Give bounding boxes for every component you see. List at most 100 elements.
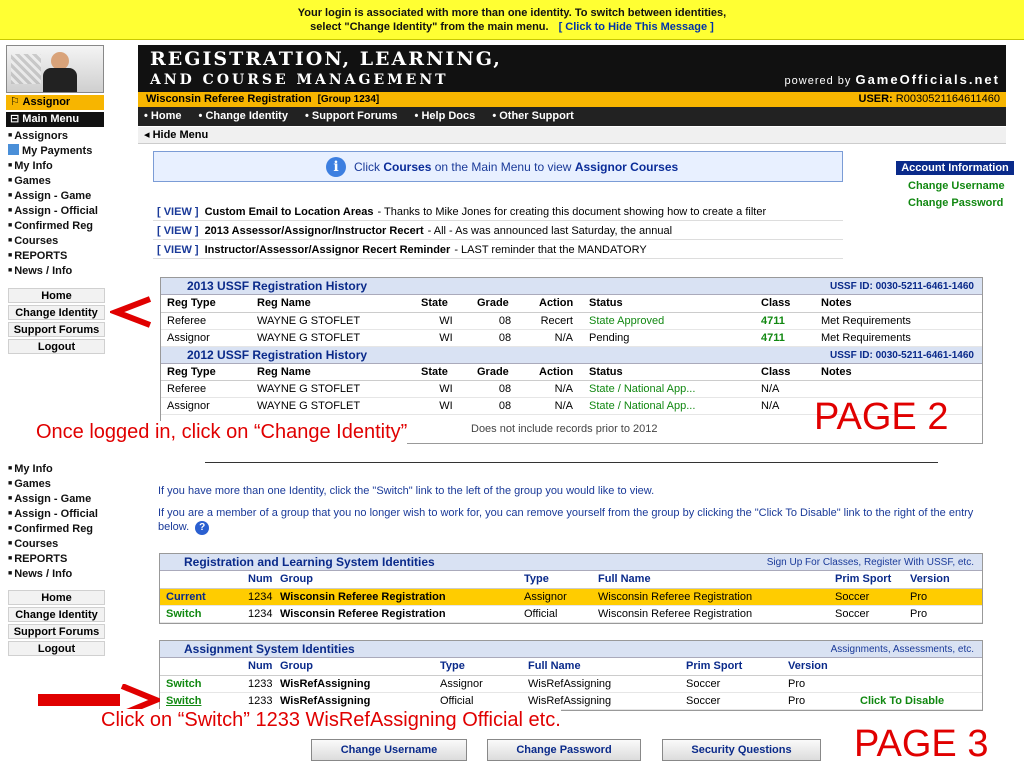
view-link[interactable]: [ VIEW ] <box>157 225 199 237</box>
support-forums-button[interactable]: Support Forums <box>8 624 105 639</box>
sidebar-item-confirmed-reg[interactable]: Confirmed Reg <box>6 218 116 233</box>
main-menu-label: Main Menu <box>22 113 80 125</box>
cell: Wisconsin Referee Registration <box>274 588 518 606</box>
hide-menu-link[interactable]: ◂ Hide Menu <box>138 127 1006 144</box>
app-title-line-2: AND COURSE MANAGEMENT <box>150 72 449 88</box>
col-num: Num <box>242 571 274 589</box>
nav-home[interactable]: • Home <box>144 110 181 122</box>
class-link[interactable]: 4711 <box>755 312 815 330</box>
sidebar-item-news-info[interactable]: News / Info <box>6 263 116 278</box>
sidebar-item-courses[interactable]: Courses <box>6 233 116 248</box>
switch-link[interactable]: Switch <box>160 675 242 693</box>
switch-link-official[interactable]: Switch <box>160 692 242 710</box>
history-title-text: 2013 USSF Registration History <box>187 279 368 293</box>
col-notes: Notes <box>815 363 982 381</box>
news-item: [ VIEW ] Custom Email to Location Areas - … <box>153 204 843 221</box>
info-assignor-courses[interactable]: Assignor Courses <box>575 160 678 174</box>
sidebar-item-assign-game[interactable]: Assign - Game <box>6 491 116 506</box>
history-title: 2013 USSF Registration History USSF ID: 0… <box>161 278 982 295</box>
nav-help-docs[interactable]: • Help Docs <box>415 110 476 122</box>
logout-button[interactable]: Logout <box>8 339 105 354</box>
cell: WisRefAssigning <box>522 692 680 710</box>
col-state: State <box>415 363 471 381</box>
class-link[interactable]: 4711 <box>755 329 815 347</box>
sidebar-item-assign-game[interactable]: Assign - Game <box>6 188 116 203</box>
cell: WisRefAssigning <box>274 692 434 710</box>
info-text-pre: Click <box>354 160 380 174</box>
table-row: Assignor WAYNE G STOFLET WI 08 N/A Pendi… <box>161 329 982 347</box>
view-link[interactable]: [ VIEW ] <box>157 244 199 256</box>
table-row: Switch 1234 Wisconsin Referee Registrati… <box>160 605 982 623</box>
click-to-disable-link[interactable]: Click To Disable <box>854 692 982 710</box>
status-cell: State / National App... <box>583 397 755 415</box>
help-icon[interactable]: ? <box>195 521 210 535</box>
referee-logo <box>6 45 104 93</box>
info-courses-link[interactable]: Courses <box>383 160 431 174</box>
page-3-label: PAGE 3 <box>854 723 989 765</box>
identities-title-text: Assignment System Identities <box>184 642 355 656</box>
cell: Referee <box>161 380 251 398</box>
current-identity-row: Current 1234 Wisconsin Referee Registrat… <box>160 588 982 606</box>
sidebar-item-my-info[interactable]: My Info <box>6 461 116 476</box>
change-password-link[interactable]: Change Password <box>896 197 1014 209</box>
main-menu-header[interactable]: ⊟ Main Menu <box>6 112 104 127</box>
powered-by: powered by GameOfficials.net <box>785 72 1000 87</box>
current-label: Current <box>160 588 242 606</box>
sidebar-item-reports[interactable]: REPORTS <box>6 551 116 566</box>
change-identity-button[interactable]: Change Identity <box>8 607 105 622</box>
nav-change-identity[interactable]: • Change Identity <box>199 110 288 122</box>
role-label: Assignor <box>22 96 71 108</box>
change-username-link[interactable]: Change Username <box>896 180 1014 192</box>
col-group: Group <box>274 658 434 676</box>
col-version: Version <box>782 658 854 676</box>
view-link[interactable]: [ VIEW ] <box>157 206 199 218</box>
change-password-button[interactable]: Change Password <box>487 739 641 761</box>
table-header-row: Reg Type Reg Name State Grade Action Sta… <box>161 295 982 313</box>
switch-link[interactable]: Switch <box>160 605 242 623</box>
home-button[interactable]: Home <box>8 590 105 605</box>
history-table: Reg Type Reg Name State Grade Action Sta… <box>161 295 982 347</box>
user-label: USER: <box>858 93 893 105</box>
sidebar-item-assign-official[interactable]: Assign - Official <box>6 506 116 521</box>
account-info-header: Account Information <box>896 161 1014 175</box>
identities-table: Num Group Type Full Name Prim Sport Vers… <box>160 571 982 623</box>
sidebar-item-reports[interactable]: REPORTS <box>6 248 116 263</box>
user-id-display: USER: R0030521164611460 <box>859 92 1001 107</box>
sidebar-item-games[interactable]: Games <box>6 476 116 491</box>
change-identity-button[interactable]: Change Identity <box>8 305 105 320</box>
cell: Pro <box>904 588 982 606</box>
cell: Met Requirements <box>815 329 982 347</box>
sidebar-item-courses[interactable]: Courses <box>6 536 116 551</box>
sidebar-item-news-info[interactable]: News / Info <box>6 566 116 581</box>
security-questions-button[interactable]: Security Questions <box>662 739 821 761</box>
powered-brand: GameOfficials.net <box>855 72 1000 87</box>
hide-message-link[interactable]: [ Click to Hide This Message ] <box>559 21 714 33</box>
col-grade: Grade <box>471 363 533 381</box>
info-icon: i <box>326 157 346 177</box>
nav-other-support[interactable]: • Other Support <box>492 110 573 122</box>
role-badge: ⚐ Assignor <box>6 95 104 110</box>
logout-button[interactable]: Logout <box>8 641 105 656</box>
table-row: Switch 1233 WisRefAssigning Official Wis… <box>160 692 982 710</box>
sidebar-item-games[interactable]: Games <box>6 173 116 188</box>
change-username-button[interactable]: Change Username <box>311 739 467 761</box>
col-state: State <box>415 295 471 313</box>
support-forums-button[interactable]: Support Forums <box>8 322 105 337</box>
cell: Official <box>434 692 522 710</box>
sidebar-item-my-payments[interactable]: My Payments <box>6 143 116 158</box>
cell: WAYNE G STOFLET <box>251 397 415 415</box>
nav-support-forums[interactable]: • Support Forums <box>305 110 397 122</box>
sidebar-item-my-info[interactable]: My Info <box>6 158 116 173</box>
cell: Soccer <box>829 605 904 623</box>
home-button[interactable]: Home <box>8 288 105 303</box>
col-status: Status <box>583 295 755 313</box>
sidebar-item-assign-official[interactable]: Assign - Official <box>6 203 116 218</box>
switch-instructions: If you have more than one Identity, clic… <box>158 485 655 497</box>
sidebar-item-confirmed-reg[interactable]: Confirmed Reg <box>6 521 116 536</box>
instruction-change-identity: Once logged in, click on “Change Identit… <box>36 421 408 444</box>
col-prim-sport: Prim Sport <box>680 658 782 676</box>
ussf-id: USSF ID: 0030-5211-6461-1460 <box>830 281 974 292</box>
cell: Pro <box>904 605 982 623</box>
sidebar-item-assignors[interactable]: Assignors <box>6 128 116 143</box>
col-num: Num <box>242 658 274 676</box>
